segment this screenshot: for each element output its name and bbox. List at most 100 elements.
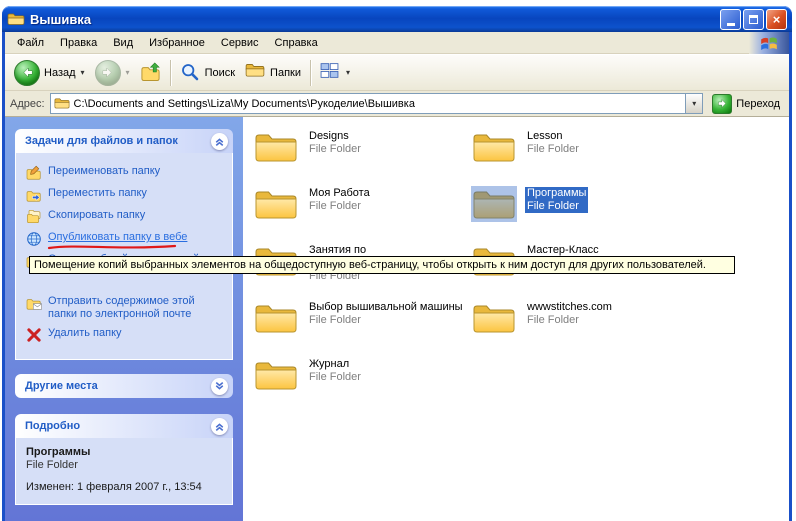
back-button[interactable]: Назад ▾ (9, 57, 90, 89)
details-panel-body: Программы File Folder Изменен: 1 февраля… (15, 438, 233, 505)
file-type: File Folder (307, 143, 363, 156)
views-grid-icon (320, 62, 341, 83)
up-button[interactable] (135, 59, 166, 86)
address-folder-icon (54, 97, 70, 110)
folder-up-icon (140, 62, 161, 83)
close-button[interactable]: × (766, 9, 787, 30)
file-name: Designs (307, 130, 363, 143)
address-input[interactable]: C:\Documents and Settings\Liza\My Docume… (50, 93, 704, 114)
file-list: DesignsFile Folder LessonFile Folder Моя… (243, 117, 789, 521)
magnifier-icon (180, 62, 201, 83)
folder-icon (253, 186, 299, 222)
tasks-panel-title: Задачи для файлов и папок (25, 135, 178, 147)
views-dropdown-icon[interactable]: ▾ (346, 68, 350, 77)
delete-icon (26, 327, 42, 343)
window-controls: × (720, 9, 787, 30)
folder-icon (253, 129, 299, 165)
task-label: Скопировать папку (48, 209, 145, 222)
folders-button[interactable]: Папки (240, 59, 306, 86)
menu-edit[interactable]: Правка (52, 34, 105, 52)
details-file-type: File Folder (26, 459, 226, 472)
file-type: File Folder (525, 143, 581, 156)
other-places-title: Другие места (25, 380, 98, 392)
menu-view[interactable]: Вид (105, 34, 141, 52)
back-arrow-icon (14, 60, 40, 86)
details-file-name: Программы (26, 446, 226, 459)
folder-icon (471, 129, 517, 165)
task-label: Отправить содержимое этой папки по элект… (48, 295, 200, 321)
task-label: Переименовать папку (48, 165, 160, 178)
task-label: Переместить папку (48, 187, 147, 200)
task-delete-folder[interactable]: Удалить папку (26, 327, 228, 343)
details-panel-header[interactable]: Подробно (15, 414, 233, 438)
task-pane-sidebar: Задачи для файлов и папок Переименовать … (5, 117, 243, 521)
chevron-down-icon[interactable] (211, 378, 228, 395)
go-button[interactable]: Переход (708, 94, 784, 114)
file-type: File Folder (307, 200, 372, 213)
toolbar-separator (310, 60, 311, 86)
details-panel-title: Подробно (25, 420, 80, 432)
go-arrow-icon (712, 94, 732, 114)
folder-tile-designs[interactable]: DesignsFile Folder (253, 129, 471, 186)
title-bar[interactable]: Вышивка × (2, 6, 792, 32)
email-icon (26, 295, 42, 311)
tasks-panel-header[interactable]: Задачи для файлов и папок (15, 129, 233, 153)
windows-flag-icon (749, 32, 789, 54)
chevron-up-icon[interactable] (211, 133, 228, 150)
rename-folder-icon (26, 165, 42, 181)
file-type: File Folder (525, 314, 614, 327)
address-value: C:\Documents and Settings\Liza\My Docume… (74, 98, 682, 110)
menu-bar: Файл Правка Вид Избранное Сервис Справка (5, 32, 789, 54)
folders-icon (245, 62, 266, 83)
folder-tile-programmy-selected[interactable]: ПрограммыFile Folder (471, 186, 689, 243)
address-label: Адрес: (10, 98, 45, 110)
move-folder-icon (26, 187, 42, 203)
publish-web-icon (26, 231, 42, 247)
views-button[interactable]: ▾ (315, 59, 355, 86)
file-name: Программы (525, 187, 588, 200)
menu-tools[interactable]: Сервис (213, 34, 267, 52)
file-type: File Folder (307, 314, 465, 327)
folder-icon (471, 300, 517, 336)
back-label: Назад (44, 67, 76, 79)
task-email-folder[interactable]: Отправить содержимое этой папки по элект… (26, 295, 228, 321)
forward-dropdown-icon: ▾ (126, 68, 130, 77)
maximize-icon (749, 15, 758, 24)
folder-tile-zhurnal[interactable]: ЖурналFile Folder (253, 357, 471, 414)
address-bar: Адрес: C:\Documents and Settings\Liza\My… (5, 91, 789, 117)
folder-tile-wwwstitches[interactable]: wwwstitches.comFile Folder (471, 300, 689, 357)
file-folder-tasks-panel: Задачи для файлов и папок Переименовать … (15, 129, 233, 360)
folder-icon (253, 300, 299, 336)
file-type: File Folder (307, 371, 363, 384)
folder-tile-moya-rabota[interactable]: Моя РаботаFile Folder (253, 186, 471, 243)
address-dropdown-button[interactable]: ▾ (685, 94, 702, 113)
client-area: Задачи для файлов и папок Переименовать … (5, 117, 789, 521)
task-copy-folder[interactable]: Скопировать папку (26, 209, 228, 225)
other-places-panel: Другие места (15, 374, 233, 398)
menu-file[interactable]: Файл (9, 34, 52, 52)
chevron-up-icon[interactable] (211, 418, 228, 435)
maximize-button[interactable] (743, 9, 764, 30)
explorer-window: Вышивка × Файл Правка Вид Избранное Серв… (2, 6, 792, 521)
task-label: Удалить папку (48, 327, 122, 340)
task-rename-folder[interactable]: Переименовать папку (26, 165, 228, 181)
forward-arrow-icon (95, 60, 121, 86)
task-move-folder[interactable]: Переместить папку (26, 187, 228, 203)
file-name: Lesson (525, 130, 581, 143)
forward-button[interactable]: ▾ (90, 57, 135, 89)
folder-tile-lesson[interactable]: LessonFile Folder (471, 129, 689, 186)
folder-icon-selected (471, 186, 517, 222)
red-underline-annotation (46, 243, 178, 251)
other-places-header[interactable]: Другие места (15, 374, 233, 398)
back-dropdown-icon[interactable]: ▾ (81, 68, 85, 77)
minimize-button[interactable] (720, 9, 741, 30)
menu-help[interactable]: Справка (267, 34, 326, 52)
task-publish-folder-web[interactable]: Опубликовать папку в вебе (26, 231, 228, 247)
tooltip: Помещение копий выбранных элементов на о… (29, 256, 735, 274)
search-button[interactable]: Поиск (175, 59, 240, 86)
copy-folder-icon (26, 209, 42, 225)
folder-tile-vybor-mashiny[interactable]: Выбор вышивальной машиныFile Folder (253, 300, 471, 357)
toolbar: Назад ▾ ▾ Поиск Папки ▾ (5, 54, 789, 91)
menu-favorites[interactable]: Избранное (141, 34, 213, 52)
file-name: Моя Работа (307, 187, 372, 200)
